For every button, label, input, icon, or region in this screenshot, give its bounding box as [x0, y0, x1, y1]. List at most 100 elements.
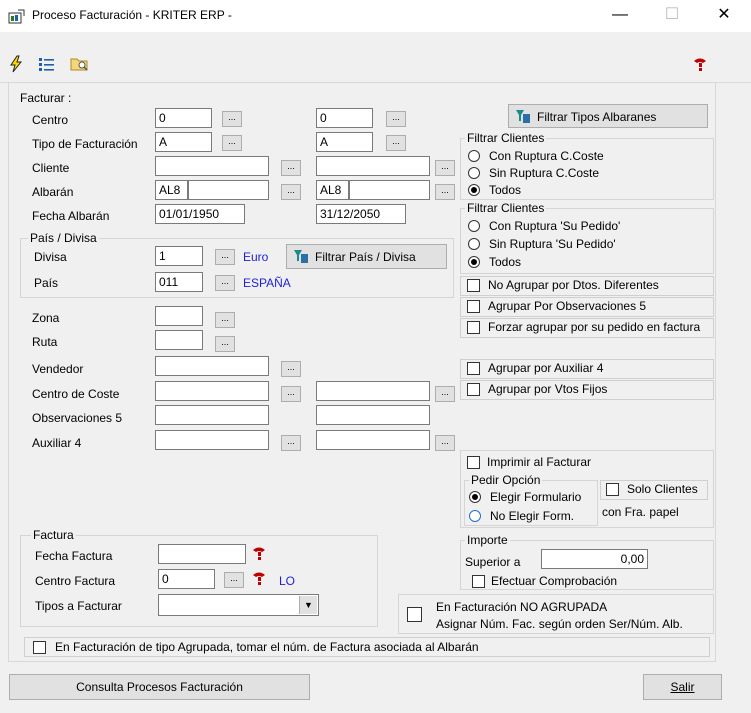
centro-coste-from-lookup-button[interactable]: ... [281, 386, 301, 402]
minimize-button[interactable]: — [600, 4, 640, 28]
radio-con-ruptura-ccoste[interactable] [468, 150, 480, 162]
aux4-label: Auxiliar 4 [32, 436, 82, 450]
no-agrupada-checkbox[interactable] [407, 607, 422, 622]
salir-label: Salir [670, 680, 695, 694]
no-elegir-form-label: No Elegir Form. [490, 509, 575, 523]
centro-to-lookup-button[interactable]: ... [386, 111, 406, 127]
help-icon[interactable] [251, 545, 267, 561]
pais-divisa-group-label: País / Divisa [28, 231, 99, 245]
fecha-albaran-label: Fecha Albarán [32, 209, 110, 223]
superior-a-input[interactable]: 0,00 [541, 549, 648, 569]
ruta-lookup-button[interactable]: ... [215, 336, 235, 352]
obs5-from-input[interactable] [155, 405, 269, 425]
salir-button[interactable]: Salir [643, 674, 722, 700]
solo-clientes-checkbox[interactable] [606, 483, 619, 496]
folder-search-icon[interactable] [70, 55, 90, 73]
tipo-to-lookup-button[interactable]: ... [386, 135, 406, 151]
albaran-to-num-input[interactable] [349, 180, 430, 200]
todos-pedido-label: Todos [489, 255, 522, 269]
radio-sin-ruptura-pedido[interactable] [468, 238, 480, 250]
consulta-procesos-button[interactable]: Consulta Procesos Facturación [9, 674, 310, 700]
centro-from-input[interactable]: 0 [155, 108, 212, 128]
vendedor-lookup-button[interactable]: ... [281, 361, 301, 377]
cliente-to-lookup-button[interactable]: ... [435, 160, 455, 176]
pais-label: País [34, 276, 59, 290]
filtrar-pais-divisa-label: Filtrar País / Divisa [315, 250, 416, 264]
radio-elegir-formulario[interactable] [469, 491, 481, 503]
cliente-from-input[interactable] [155, 156, 269, 176]
centro-factura-input[interactable]: 0 [158, 569, 215, 589]
radio-no-elegir-form[interactable] [469, 510, 481, 522]
maximize-button[interactable]: ☐ [652, 4, 692, 28]
radio-todos-pedido[interactable] [468, 256, 480, 268]
window-title: Proceso Facturación - KRITER ERP - [32, 8, 232, 22]
efectuar-comprobacion-checkbox[interactable] [472, 575, 485, 588]
cliente-to-input[interactable] [316, 156, 430, 176]
elegir-formulario-label: Elegir Formulario [490, 490, 582, 504]
sin-ruptura-pedido-label: Sin Ruptura 'Su Pedido' [489, 237, 616, 251]
agrupar-obs5-label: Agrupar Por Observaciones 5 [488, 299, 647, 313]
filtrar-tipos-albaranes-label: Filtrar Tipos Albaranes [537, 110, 657, 124]
agrupar-obs5-checkbox[interactable] [467, 300, 480, 313]
centro-from-lookup-button[interactable]: ... [222, 111, 242, 127]
close-button[interactable]: ✕ [704, 4, 744, 28]
vendedor-input[interactable] [155, 356, 269, 376]
centro-factura-code: LO [279, 574, 296, 588]
tipo-to-input[interactable]: A [316, 132, 373, 152]
centro-coste-to-lookup-button[interactable]: ... [435, 386, 455, 402]
tipo-from-input[interactable]: A [155, 132, 212, 152]
aux4-to-input[interactable] [316, 430, 430, 450]
centro-to-input[interactable]: 0 [316, 108, 373, 128]
lightning-icon[interactable] [8, 55, 24, 73]
centro-factura-lookup-button[interactable]: ... [224, 572, 244, 588]
fecha-albaran-to-input[interactable]: 31/12/2050 [316, 204, 406, 224]
tipos-facturar-select[interactable]: ▼ [158, 594, 319, 616]
divisa-lookup-button[interactable]: ... [215, 249, 235, 265]
agrupada-label: En Facturación de tipo Agrupada, tomar e… [55, 640, 479, 654]
radio-todos-ccoste[interactable] [468, 184, 480, 196]
filtrar-clientes-pedido-title: Filtrar Clientes [465, 201, 547, 215]
chevron-down-icon[interactable]: ▼ [299, 596, 317, 614]
pais-input[interactable]: 011 [155, 272, 203, 292]
fecha-albaran-from-input[interactable]: 01/01/1950 [155, 204, 245, 224]
imprimir-checkbox[interactable] [467, 456, 480, 469]
filtrar-pais-divisa-button[interactable]: Filtrar País / Divisa [286, 244, 447, 269]
albaran-to-serie-input[interactable]: AL8 [316, 180, 349, 200]
fecha-factura-input[interactable] [158, 544, 246, 564]
zona-lookup-button[interactable]: ... [215, 312, 235, 328]
help-icon[interactable] [692, 56, 708, 72]
help-icon[interactable] [251, 570, 267, 586]
albaran-from-serie-input[interactable]: AL8 [155, 180, 188, 200]
agrupada-checkbox[interactable] [33, 641, 46, 654]
aux4-to-lookup-button[interactable]: ... [435, 435, 455, 451]
ruta-input[interactable] [155, 330, 203, 350]
albaran-label: Albarán [32, 185, 74, 199]
tipo-from-lookup-button[interactable]: ... [222, 135, 242, 151]
pais-lookup-button[interactable]: ... [215, 275, 235, 291]
centro-coste-to-input[interactable] [316, 381, 430, 401]
radio-con-ruptura-pedido[interactable] [468, 220, 480, 232]
aux4-from-lookup-button[interactable]: ... [281, 435, 301, 451]
cliente-from-lookup-button[interactable]: ... [281, 160, 301, 176]
sin-ruptura-ccoste-label: Sin Ruptura C.Coste [489, 166, 600, 180]
factura-group-label: Factura [31, 528, 76, 542]
obs5-to-input[interactable] [316, 405, 430, 425]
divisa-input[interactable]: 1 [155, 246, 203, 266]
no-agrupar-checkbox[interactable] [467, 279, 480, 292]
list-icon[interactable] [38, 56, 56, 72]
pais-name: ESPAÑA [243, 276, 291, 290]
ruta-label: Ruta [32, 335, 58, 349]
centro-coste-from-input[interactable] [155, 381, 269, 401]
aux4-from-input[interactable] [155, 430, 269, 450]
albaran-to-lookup-button[interactable]: ... [435, 184, 455, 200]
albaran-from-lookup-button[interactable]: ... [281, 184, 301, 200]
agrupar-vtos-checkbox[interactable] [467, 383, 480, 396]
filtrar-tipos-albaranes-button[interactable]: Filtrar Tipos Albaranes [508, 104, 708, 128]
forzar-checkbox[interactable] [467, 321, 480, 334]
radio-sin-ruptura-ccoste[interactable] [468, 167, 480, 179]
albaran-from-num-input[interactable] [188, 180, 269, 200]
vendedor-label: Vendedor [32, 362, 84, 376]
agrupar-vtos-label: Agrupar por Vtos Fijos [488, 382, 608, 396]
agrupar-aux4-checkbox[interactable] [467, 362, 480, 375]
zona-input[interactable] [155, 306, 203, 326]
